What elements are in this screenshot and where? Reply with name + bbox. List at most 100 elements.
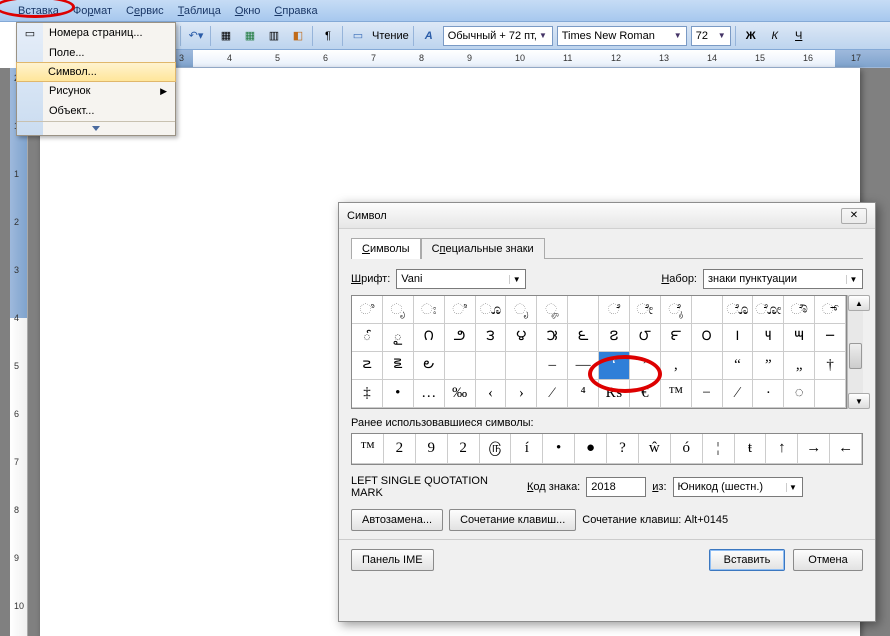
char-cell[interactable]: ౽	[352, 352, 383, 380]
char-cell[interactable]: ౫	[537, 324, 568, 352]
menu-item-object[interactable]: Объект...	[17, 101, 175, 121]
char-cell[interactable]: ౿	[414, 352, 445, 380]
char-cell[interactable]: ‘	[599, 352, 630, 380]
scroll-up-icon[interactable]: ▲	[848, 295, 870, 311]
recent-char-cell[interactable]: ™	[352, 434, 384, 464]
recent-char-cell[interactable]: →	[798, 434, 830, 464]
font-select[interactable]: Vani▼	[396, 269, 526, 289]
bold-button[interactable]: Ж	[741, 26, 761, 46]
menu-item-field[interactable]: Поле...	[17, 43, 175, 63]
char-cell[interactable]: –	[537, 352, 568, 380]
char-cell[interactable]: ౪	[506, 324, 537, 352]
char-cell[interactable]: ೂ	[476, 296, 507, 324]
toolbar-pilcrow-icon[interactable]: ¶	[318, 26, 338, 46]
char-cell[interactable]: ೇ	[630, 296, 661, 324]
char-cell[interactable]: „	[784, 352, 815, 380]
autocorrect-button[interactable]: Автозамена...	[351, 509, 443, 531]
char-cell[interactable]: ౭	[599, 324, 630, 352]
recent-char-cell[interactable]: ó	[671, 434, 703, 464]
char-cell[interactable]: •	[383, 380, 414, 408]
char-cell[interactable]: ౻	[784, 324, 815, 352]
cancel-button[interactable]: Отмена	[793, 549, 863, 571]
recent-char-cell[interactable]: •	[543, 434, 575, 464]
char-cell[interactable]	[815, 380, 846, 408]
menu-help[interactable]: Справка	[274, 5, 317, 17]
char-cell[interactable]: ಿ	[445, 296, 476, 324]
italic-button[interactable]: К	[765, 26, 785, 46]
toolbar-reading-label[interactable]: Чтение	[372, 30, 409, 42]
recent-char-cell[interactable]: ¦	[703, 434, 735, 464]
char-cell[interactable]: ౕ	[352, 324, 383, 352]
size-combo[interactable]: 72▼	[691, 26, 731, 46]
char-cell[interactable]: ›	[506, 380, 537, 408]
char-cell[interactable]: ’	[630, 352, 661, 380]
char-cell[interactable]: ‹	[476, 380, 507, 408]
menu-item-page-numbers[interactable]: ▭ Номера страниц...	[17, 23, 175, 43]
char-cell[interactable]: ౹	[723, 324, 754, 352]
char-cell[interactable]: …	[414, 380, 445, 408]
menu-insert[interactable]: Вставка	[18, 5, 59, 17]
char-cell[interactable]: ⁄	[537, 380, 568, 408]
char-cell[interactable]: ౦	[692, 324, 723, 352]
char-cell[interactable]: ೆ	[599, 296, 630, 324]
toolbar-columns-icon[interactable]: ▥	[264, 26, 284, 46]
char-cell[interactable]: ౨	[445, 324, 476, 352]
recent-char-cell[interactable]: ←	[830, 434, 862, 464]
char-cell[interactable]: ೋ	[753, 296, 784, 324]
char-cell[interactable]: ೃ	[506, 296, 537, 324]
menu-format[interactable]: Формат	[73, 5, 112, 17]
menu-window[interactable]: Окно	[235, 5, 261, 17]
char-cell[interactable]: ౾	[383, 352, 414, 380]
char-cell[interactable]: −	[692, 380, 723, 408]
toolbar-book-icon[interactable]: ▭	[348, 26, 368, 46]
code-input[interactable]: 2018	[586, 477, 646, 497]
recent-char-cell[interactable]: 9	[416, 434, 448, 464]
char-cell[interactable]	[445, 352, 476, 380]
char-cell[interactable]: ೄ	[537, 296, 568, 324]
menu-item-symbol[interactable]: Символ...	[16, 62, 176, 82]
recent-char-cell[interactable]: ௫	[480, 434, 512, 464]
char-cell[interactable]: ౖ	[383, 324, 414, 352]
char-cell[interactable]: †	[815, 352, 846, 380]
char-cell[interactable]: ·	[753, 380, 784, 408]
char-cell[interactable]: ”	[753, 352, 784, 380]
char-cell[interactable]: —	[568, 352, 599, 380]
char-cell[interactable]	[506, 352, 537, 380]
tab-symbols[interactable]: Символы	[351, 238, 421, 259]
grid-scrollbar[interactable]: ▲ ▼	[847, 295, 863, 409]
menu-expand[interactable]	[17, 121, 175, 135]
insert-button[interactable]: Вставить	[709, 549, 785, 571]
toolbar-table-icon[interactable]: ▦	[216, 26, 236, 46]
close-icon[interactable]: ✕	[841, 208, 867, 224]
char-cell[interactable]	[692, 352, 723, 380]
char-cell[interactable]: ౩	[476, 324, 507, 352]
char-cell[interactable]: ್	[815, 296, 846, 324]
recent-char-cell[interactable]: 2	[448, 434, 480, 464]
font-combo[interactable]: Times New Roman▼	[557, 26, 687, 46]
char-cell[interactable]	[568, 296, 599, 324]
scroll-down-icon[interactable]: ▼	[848, 393, 870, 409]
recent-char-cell[interactable]: ŵ	[639, 434, 671, 464]
char-cell[interactable]: ౧	[414, 324, 445, 352]
char-cell[interactable]: ೃ	[383, 296, 414, 324]
menu-tools[interactable]: Сервис	[126, 5, 164, 17]
char-cell[interactable]: ‰	[445, 380, 476, 408]
char-cell[interactable]: ౬	[568, 324, 599, 352]
menu-table[interactable]: Таблица	[178, 5, 221, 17]
shortcut-button[interactable]: Сочетание клавиш...	[449, 509, 576, 531]
recent-char-cell[interactable]: í	[511, 434, 543, 464]
toolbar-aa-icon[interactable]: A	[419, 26, 439, 46]
char-cell[interactable]: ‡	[352, 380, 383, 408]
toolbar-excel-icon[interactable]: ▦	[240, 26, 260, 46]
char-cell[interactable]: ಿ	[352, 296, 383, 324]
recent-char-cell[interactable]: ?	[607, 434, 639, 464]
char-cell[interactable]: ౺	[753, 324, 784, 352]
toolbar-undo-icon[interactable]: ↶▾	[186, 26, 206, 46]
toolbar-drawing-icon[interactable]: ◧	[288, 26, 308, 46]
char-cell[interactable]: ೌ	[784, 296, 815, 324]
char-cell[interactable]: ™	[661, 380, 692, 408]
recent-char-cell[interactable]: ŧ	[735, 434, 767, 464]
char-cell[interactable]: ೊ	[723, 296, 754, 324]
char-cell[interactable]: ಃ	[414, 296, 445, 324]
style-combo[interactable]: Обычный + 72 пт,▼	[443, 26, 553, 46]
